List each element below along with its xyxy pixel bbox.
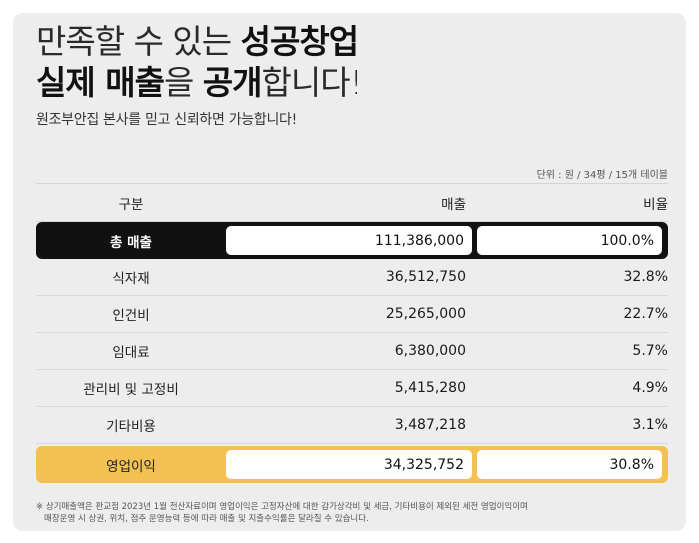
row-category: 인건비 <box>112 308 150 324</box>
row-sales: 25,265,000 <box>385 306 466 322</box>
profit-category: 영업이익 <box>106 458 156 475</box>
table-row: 기타비용 3,487,218 3.1% <box>36 407 668 444</box>
total-ratio-value: 100.0% <box>477 226 662 255</box>
sales-card: 만족할 수 있는 성공창업 실제 매출을 공개합니다! 원조부안집 본사를 믿고… <box>13 13 686 531</box>
footnote: ※ 상기매출액은 판교점 2023년 1월 전산자료이며 영업이익은 고정자산에… <box>36 501 676 525</box>
row-sales: 6,380,000 <box>394 343 466 359</box>
profit-ratio-value: 30.8% <box>477 450 662 479</box>
row-category: 관리비 및 고정비 <box>83 382 179 398</box>
headline-line-1: 만족할 수 있는 성공창업 <box>36 21 362 62</box>
table-row: 관리비 및 고정비 5,415,280 4.9% <box>36 370 668 407</box>
sales-table: 구분 매출 비율 총 매출 111,386,000 100.0% 식자재 36,… <box>36 183 668 483</box>
footnote-line-2: 매장운영 시 상권, 위치, 점주 운영능력 등에 따라 매출 및 지출수익률은… <box>44 514 369 524</box>
unit-note: 단위 : 원 / 34평 / 15개 테이블 <box>536 170 668 181</box>
total-sales-value: 111,386,000 <box>226 226 472 255</box>
table-row: 식자재 36,512,750 32.8% <box>36 259 668 296</box>
header-category: 구분 <box>118 196 144 213</box>
row-ratio: 3.1% <box>632 417 668 433</box>
row-category: 식자재 <box>112 271 150 287</box>
row-sales: 3,487,218 <box>394 417 466 433</box>
row-category: 기타비용 <box>106 419 156 435</box>
row-ratio: 4.9% <box>632 380 668 396</box>
headline-text: 만족할 수 있는 <box>36 22 241 61</box>
row-sales: 36,512,750 <box>385 269 466 285</box>
headline-highlight: 성공창업 <box>240 22 359 61</box>
headline: 만족할 수 있는 성공창업 실제 매출을 공개합니다! <box>36 21 363 103</box>
headline-highlight: 공개 <box>202 63 263 102</box>
table-row: 인건비 25,265,000 22.7% <box>36 296 668 333</box>
row-category: 임대료 <box>112 345 150 361</box>
row-sales: 5,415,280 <box>394 380 466 396</box>
header-ratio: 비율 <box>643 196 668 213</box>
row-ratio: 32.8% <box>623 269 668 285</box>
total-category: 총 매출 <box>110 234 152 251</box>
subtitle: 원조부안집 본사를 믿고 신뢰하면 가능합니다! <box>36 112 297 128</box>
headline-text: 합니다! <box>261 63 363 102</box>
table-row: 임대료 6,380,000 5.7% <box>36 333 668 370</box>
row-ratio: 5.7% <box>632 343 668 359</box>
header-sales: 매출 <box>441 196 466 213</box>
table-header-row: 구분 매출 비율 <box>36 184 668 222</box>
headline-text: 을 <box>163 63 203 102</box>
total-sales-row: 총 매출 111,386,000 100.0% <box>36 222 668 259</box>
headline-highlight: 실제 매출 <box>36 63 165 102</box>
operating-profit-row: 영업이익 34,325,752 30.8% <box>36 446 668 483</box>
row-ratio: 22.7% <box>623 306 668 322</box>
footnote-line-1: ※ 상기매출액은 판교점 2023년 1월 전산자료이며 영업이익은 고정자산에… <box>36 502 528 512</box>
headline-line-2: 실제 매출을 공개합니다! <box>36 62 363 103</box>
profit-sales-value: 34,325,752 <box>226 450 472 479</box>
